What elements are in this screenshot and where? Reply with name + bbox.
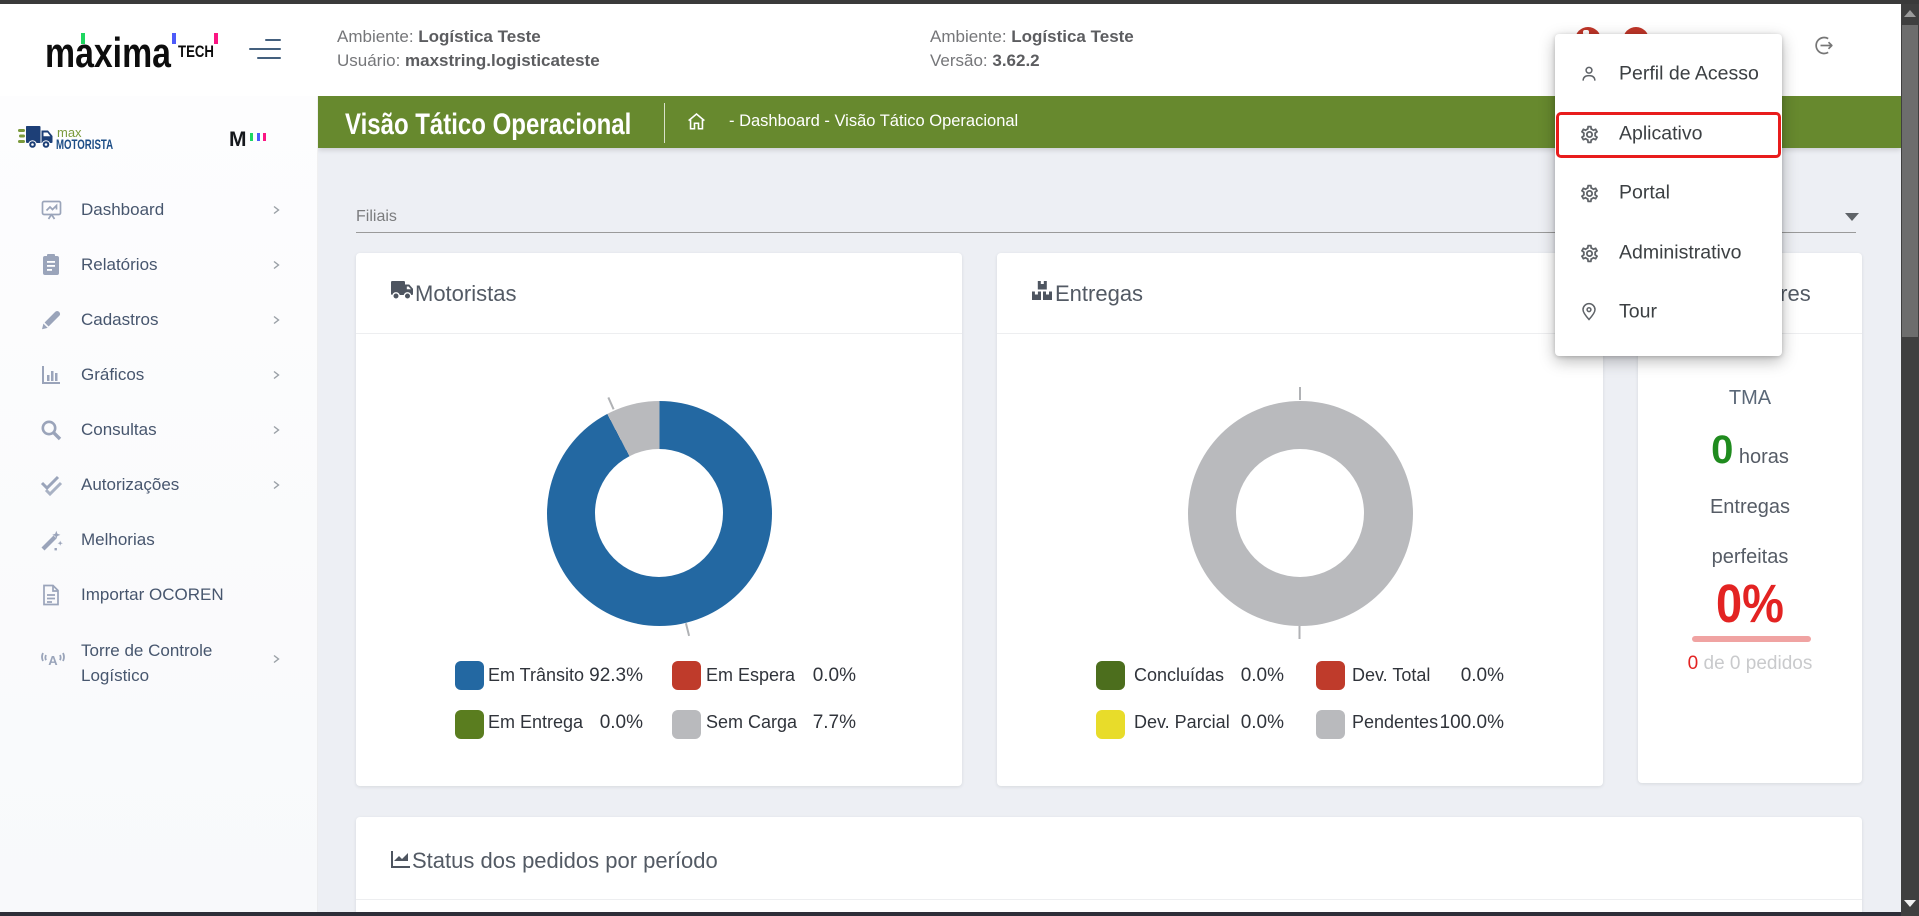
svg-text:A: A (48, 653, 58, 668)
